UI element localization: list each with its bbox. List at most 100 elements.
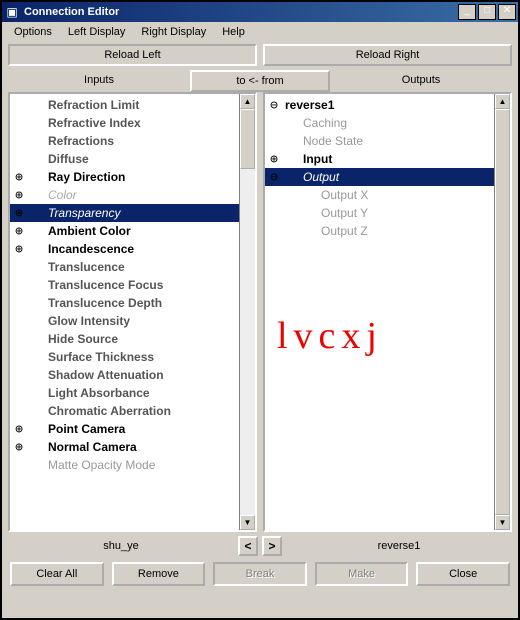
attr-point-camera[interactable]: Point Camera [10, 420, 255, 438]
break-button[interactable]: Break [213, 562, 307, 586]
remove-button[interactable]: Remove [112, 562, 206, 586]
attr-label: Hide Source [28, 332, 255, 346]
expand-icon[interactable] [10, 224, 28, 239]
menubar: Options Left Display Right Display Help [2, 22, 518, 42]
attr-incandescence[interactable]: Incandescence [10, 240, 255, 258]
attr-label: Output Z [283, 224, 510, 238]
menu-help[interactable]: Help [214, 24, 253, 40]
attr-refractions[interactable]: Refractions [10, 132, 255, 150]
attr-diffuse[interactable]: Diffuse [10, 150, 255, 168]
attr-label: Refraction Limit [28, 98, 255, 112]
attr-ambient-color[interactable]: Ambient Color [10, 222, 255, 240]
expand-icon[interactable] [10, 440, 28, 455]
to-from-button[interactable]: to <- from [190, 70, 330, 92]
attr-node-state[interactable]: Node State [265, 132, 510, 150]
attr-hide-source[interactable]: Hide Source [10, 330, 255, 348]
attr-label: Translucence Depth [28, 296, 255, 310]
attr-translucence[interactable]: Translucence [10, 258, 255, 276]
next-button[interactable]: > [262, 536, 282, 556]
attr-label: Output X [283, 188, 510, 202]
maximize-button[interactable]: □ [478, 4, 496, 20]
minimize-button[interactable]: _ [458, 4, 476, 20]
outputs-header: Outputs [330, 70, 512, 92]
clear-all-button[interactable]: Clear All [10, 562, 104, 586]
scroll-up-icon[interactable]: ▲ [495, 94, 510, 109]
attr-label: Refractions [28, 134, 255, 148]
attr-label: Incandescence [28, 242, 255, 256]
attr-color[interactable]: Color [10, 186, 255, 204]
attr-output-z[interactable]: Output Z [265, 222, 510, 240]
attr-light-absorbance[interactable]: Light Absorbance [10, 384, 255, 402]
reload-right-label: Reload Right [356, 49, 420, 61]
scroll-thumb[interactable] [495, 109, 510, 515]
scroll-down-icon[interactable]: ▼ [495, 515, 510, 530]
attr-input[interactable]: Input [265, 150, 510, 168]
prev-button[interactable]: < [238, 536, 258, 556]
attr-refractive-index[interactable]: Refractive Index [10, 114, 255, 132]
attr-chromatic-aberration[interactable]: Chromatic Aberration [10, 402, 255, 420]
reload-left-label: Reload Left [104, 49, 160, 61]
attr-label: Diffuse [28, 152, 255, 166]
inputs-panel: Refraction Limit Refractive Index Refracti… [8, 92, 257, 532]
attr-ray-direction[interactable]: Ray Direction [10, 168, 255, 186]
attr-label: Surface Thickness [28, 350, 255, 364]
make-button[interactable]: Make [315, 562, 409, 586]
expand-icon[interactable] [10, 170, 28, 185]
attr-label: Matte Opacity Mode [28, 458, 255, 472]
scroll-up-icon[interactable]: ▲ [240, 94, 255, 109]
attr-reverse1[interactable]: reverse1 [265, 96, 510, 114]
expand-icon[interactable] [10, 422, 28, 437]
scroll-thumb[interactable] [240, 109, 255, 169]
to-from-label: to <- from [236, 75, 283, 87]
attr-label: Node State [283, 134, 510, 148]
attr-label: Color [28, 188, 255, 202]
expand-icon[interactable] [10, 188, 28, 203]
close-window-button[interactable]: ✕ [498, 4, 516, 20]
attr-shadow-attenuation[interactable]: Shadow Attenuation [10, 366, 255, 384]
attr-label: Translucence [28, 260, 255, 274]
attr-surface-thickness[interactable]: Surface Thickness [10, 348, 255, 366]
attr-label: Light Absorbance [28, 386, 255, 400]
attr-matte-opacity-mode[interactable]: Matte Opacity Mode [10, 456, 255, 474]
left-scrollbar[interactable]: ▲ ▼ [239, 94, 255, 530]
right-scrollbar[interactable]: ▲ ▼ [494, 94, 510, 530]
window-title: Connection Editor [24, 6, 456, 18]
expand-icon[interactable] [265, 152, 283, 167]
reload-right-button[interactable]: Reload Right [263, 44, 512, 66]
attr-label: reverse1 [283, 98, 510, 112]
attr-output-x[interactable]: Output X [265, 186, 510, 204]
attr-label: Point Camera [28, 422, 255, 436]
attr-label: Ray Direction [28, 170, 255, 184]
scroll-down-icon[interactable]: ▼ [240, 515, 255, 530]
reload-left-button[interactable]: Reload Left [8, 44, 257, 66]
expand-icon[interactable] [10, 206, 28, 221]
attr-label: Output Y [283, 206, 510, 220]
attr-label: Input [283, 152, 510, 166]
attr-label: Output [283, 170, 510, 184]
attr-transparency[interactable]: Transparency [10, 204, 255, 222]
attr-output[interactable]: Output [265, 168, 510, 186]
menu-options[interactable]: Options [6, 24, 60, 40]
attr-label: Shadow Attenuation [28, 368, 255, 382]
menu-left-display[interactable]: Left Display [60, 24, 133, 40]
collapse-icon[interactable] [265, 98, 283, 113]
attr-caching[interactable]: Caching [265, 114, 510, 132]
attr-label: Glow Intensity [28, 314, 255, 328]
attr-normal-camera[interactable]: Normal Camera [10, 438, 255, 456]
attr-label: Transparency [28, 206, 255, 220]
expand-icon[interactable] [10, 242, 28, 257]
attr-label: Normal Camera [28, 440, 255, 454]
collapse-icon[interactable] [265, 170, 283, 185]
inputs-header: Inputs [8, 70, 190, 92]
menu-right-display[interactable]: Right Display [133, 24, 214, 40]
right-node-label: reverse1 [286, 536, 512, 556]
close-button[interactable]: Close [416, 562, 510, 586]
attr-label: Caching [283, 116, 510, 130]
attr-translucence-depth[interactable]: Translucence Depth [10, 294, 255, 312]
attr-label: Ambient Color [28, 224, 255, 238]
attr-output-y[interactable]: Output Y [265, 204, 510, 222]
attr-glow-intensity[interactable]: Glow Intensity [10, 312, 255, 330]
attr-translucence-focus[interactable]: Translucence Focus [10, 276, 255, 294]
watermark-text: lvcxj [277, 314, 383, 358]
attr-refraction-limit[interactable]: Refraction Limit [10, 96, 255, 114]
